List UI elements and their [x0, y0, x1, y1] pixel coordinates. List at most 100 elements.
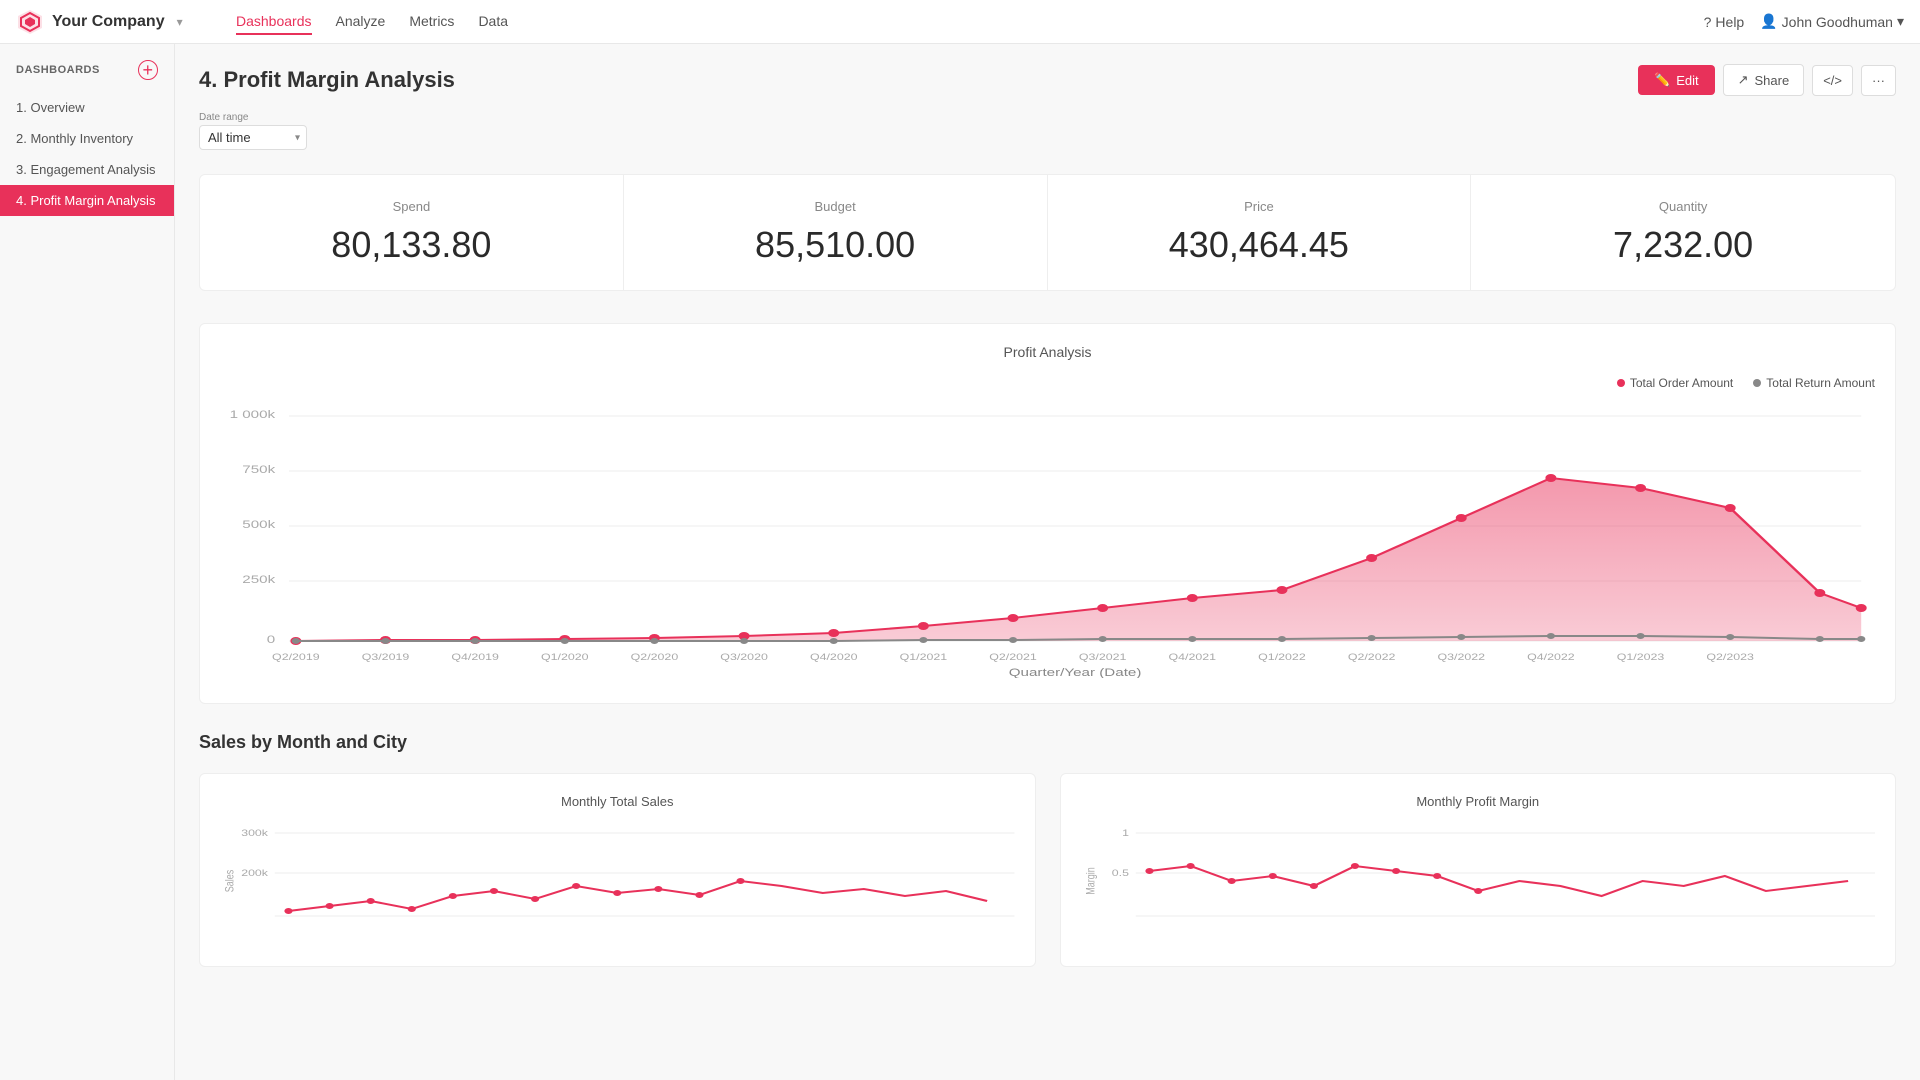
svg-text:Q1/2022: Q1/2022 [1258, 653, 1306, 663]
svg-text:Q4/2021: Q4/2021 [1169, 653, 1217, 663]
svg-text:Q2/2023: Q2/2023 [1706, 653, 1754, 663]
edit-button[interactable]: ✏️ Edit [1638, 65, 1715, 95]
svg-text:1: 1 [1122, 828, 1129, 838]
help-circle-icon: ? [1704, 14, 1712, 30]
svg-text:Q4/2019: Q4/2019 [451, 653, 499, 663]
kpi-spend-label: Spend [220, 199, 603, 214]
sidebar-item-engagement[interactable]: 3. Engagement Analysis [0, 154, 174, 185]
edit-icon: ✏️ [1654, 72, 1670, 88]
svg-text:Q3/2022: Q3/2022 [1437, 653, 1485, 663]
sales-charts-row: Monthly Total Sales 300k 200k [199, 773, 1896, 967]
embed-button[interactable]: </> [1812, 65, 1853, 96]
logo-area: Your Company ▾ [16, 8, 236, 36]
svg-text:Q1/2023: Q1/2023 [1617, 653, 1665, 663]
dashboards-label: DASHBOARDS [16, 64, 100, 76]
legend-order-dot [1617, 379, 1625, 387]
kpi-spend: Spend 80,133.80 [200, 175, 624, 290]
add-dashboard-button[interactable]: + [138, 60, 158, 80]
svg-text:Q1/2021: Q1/2021 [900, 653, 948, 663]
nav-analyze[interactable]: Analyze [336, 9, 386, 35]
monthly-total-sales-chart: Monthly Total Sales 300k 200k [199, 773, 1036, 967]
top-navigation: Your Company ▾ Dashboards Analyze Metric… [0, 0, 1920, 44]
nav-dashboards[interactable]: Dashboards [236, 9, 312, 35]
profit-analysis-chart-section: Profit Analysis Total Order Amount Total… [199, 323, 1896, 704]
kpi-budget-value: 85,510.00 [644, 224, 1027, 266]
sidebar-header: DASHBOARDS + [0, 60, 174, 92]
more-button[interactable]: ··· [1861, 65, 1896, 96]
company-logo-icon [16, 8, 44, 36]
svg-text:300k: 300k [241, 828, 268, 838]
sales-section: Sales by Month and City Monthly Total Sa… [199, 732, 1896, 967]
kpi-spend-value: 80,133.80 [220, 224, 603, 266]
svg-text:Q2/2019: Q2/2019 [272, 653, 320, 663]
main-content: 4. Profit Margin Analysis ✏️ Edit ↗ Shar… [175, 44, 1920, 1080]
monthly-profit-margin-title: Monthly Profit Margin [1081, 794, 1876, 809]
svg-text:Q2/2020: Q2/2020 [631, 653, 679, 663]
svg-text:Quarter/Year (Date): Quarter/Year (Date) [1009, 666, 1142, 678]
kpi-quantity-label: Quantity [1491, 199, 1875, 214]
user-menu[interactable]: 👤 John Goodhuman ▾ [1760, 13, 1904, 30]
monthly-margin-svg: 1 0.5 Margin [1081, 821, 1876, 941]
svg-text:Q4/2020: Q4/2020 [810, 653, 858, 663]
svg-text:Q4/2022: Q4/2022 [1527, 653, 1575, 663]
profit-chart-container: 1 000k 750k 500k 250k 0 [220, 398, 1875, 683]
nav-right: ? Help 👤 John Goodhuman ▾ [1704, 13, 1904, 30]
svg-text:Sales: Sales [223, 870, 237, 893]
nav-links: Dashboards Analyze Metrics Data [236, 9, 1704, 35]
svg-text:0: 0 [267, 633, 275, 645]
svg-text:Q3/2021: Q3/2021 [1079, 653, 1127, 663]
kpi-row: Spend 80,133.80 Budget 85,510.00 Price 4… [199, 174, 1896, 291]
chart-legend: Total Order Amount Total Return Amount [220, 376, 1875, 390]
nav-metrics[interactable]: Metrics [409, 9, 454, 35]
sidebar-item-profit-margin[interactable]: 4. Profit Margin Analysis [0, 185, 174, 216]
page-header: 4. Profit Margin Analysis ✏️ Edit ↗ Shar… [199, 64, 1896, 96]
company-name: Your Company [52, 13, 165, 31]
legend-order-amount: Total Order Amount [1617, 376, 1733, 390]
profit-chart-title: Profit Analysis [220, 344, 1875, 360]
monthly-total-svg: 300k 200k [220, 821, 1015, 941]
svg-text:0.5: 0.5 [1111, 868, 1128, 878]
svg-text:500k: 500k [242, 518, 275, 530]
svg-text:Q2/2022: Q2/2022 [1348, 653, 1396, 663]
share-icon: ↗ [1738, 72, 1749, 88]
svg-text:Margin: Margin [1084, 867, 1098, 894]
legend-return-label: Total Return Amount [1766, 376, 1875, 390]
profit-chart-svg: 1 000k 750k 500k 250k 0 [220, 398, 1875, 678]
monthly-profit-margin-chart: Monthly Profit Margin 1 0.5 [1060, 773, 1897, 967]
svg-text:250k: 250k [242, 573, 275, 585]
user-chevron-icon: ▾ [1897, 13, 1904, 30]
nav-data[interactable]: Data [478, 9, 508, 35]
svg-text:200k: 200k [241, 868, 268, 878]
user-icon: 👤 [1760, 13, 1777, 30]
kpi-price-value: 430,464.45 [1068, 224, 1451, 266]
sales-section-title: Sales by Month and City [199, 732, 1896, 753]
svg-text:Q2/2021: Q2/2021 [989, 653, 1037, 663]
kpi-budget-label: Budget [644, 199, 1027, 214]
date-range-label: Date range [199, 112, 1896, 123]
kpi-quantity-value: 7,232.00 [1491, 224, 1875, 266]
sidebar-item-overview[interactable]: 1. Overview [0, 92, 174, 123]
svg-text:Q3/2020: Q3/2020 [720, 653, 768, 663]
svg-text:750k: 750k [242, 463, 275, 475]
kpi-price-label: Price [1068, 199, 1451, 214]
date-range-select[interactable]: All time Last 30 days Last 90 days Last … [199, 125, 307, 150]
monthly-total-sales-title: Monthly Total Sales [220, 794, 1015, 809]
kpi-quantity: Quantity 7,232.00 [1471, 175, 1895, 290]
date-range-wrapper: All time Last 30 days Last 90 days Last … [199, 125, 307, 150]
legend-return-dot [1753, 379, 1761, 387]
legend-order-label: Total Order Amount [1630, 376, 1733, 390]
svg-text:Q3/2019: Q3/2019 [362, 653, 410, 663]
header-actions: ✏️ Edit ↗ Share </> ··· [1638, 64, 1896, 96]
share-button[interactable]: ↗ Share [1723, 64, 1805, 96]
sidebar-item-monthly-inventory[interactable]: 2. Monthly Inventory [0, 123, 174, 154]
svg-text:Q1/2020: Q1/2020 [541, 653, 589, 663]
date-filter: Date range All time Last 30 days Last 90… [199, 112, 1896, 150]
help-link[interactable]: ? Help [1704, 14, 1745, 30]
legend-return-amount: Total Return Amount [1753, 376, 1875, 390]
kpi-price: Price 430,464.45 [1048, 175, 1472, 290]
kpi-budget: Budget 85,510.00 [624, 175, 1048, 290]
svg-text:1 000k: 1 000k [230, 408, 276, 420]
sidebar: DASHBOARDS + 1. Overview 2. Monthly Inve… [0, 44, 175, 1080]
page-title: 4. Profit Margin Analysis [199, 67, 455, 93]
company-chevron-icon[interactable]: ▾ [177, 15, 183, 29]
